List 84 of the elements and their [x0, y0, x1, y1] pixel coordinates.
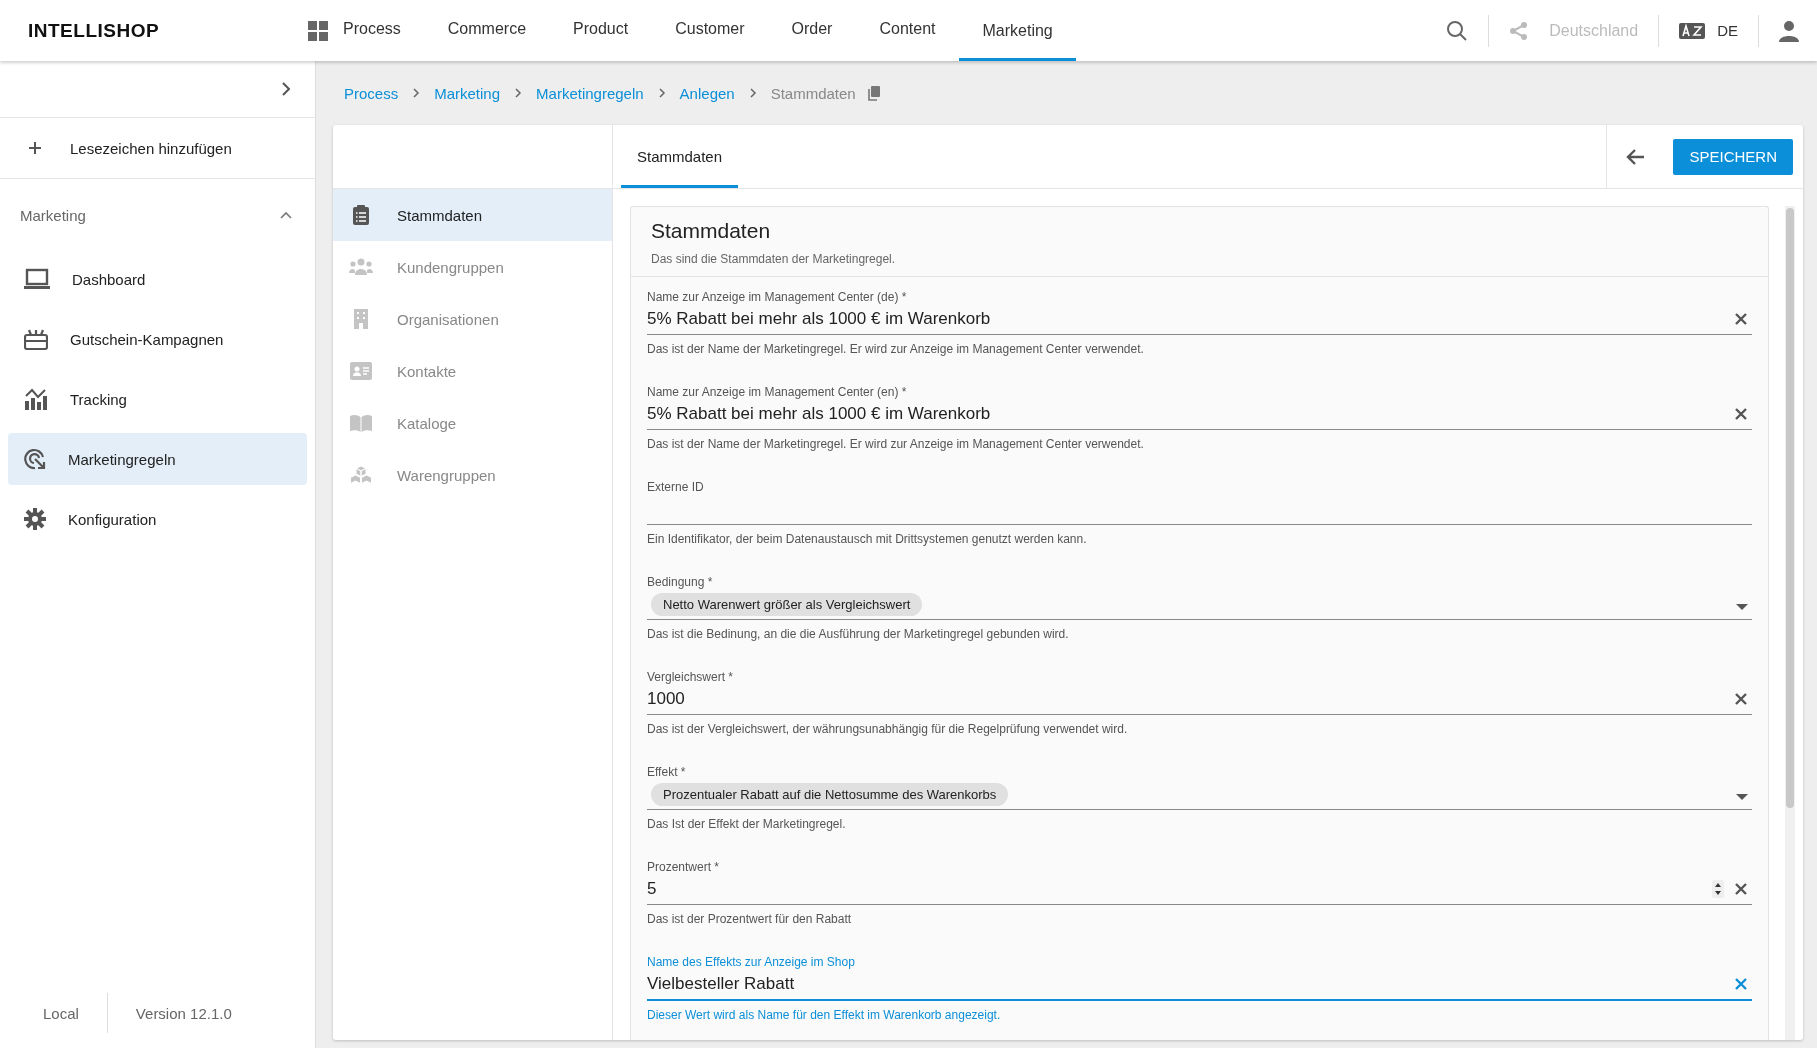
sidebar-item[interactable]: Gutschein-Kampagnen — [8, 313, 307, 365]
nav-tab[interactable]: Product — [573, 0, 653, 61]
user-icon[interactable] — [1779, 19, 1799, 42]
clear-icon[interactable] — [1734, 692, 1748, 706]
clear-icon[interactable] — [1734, 882, 1748, 896]
chevron-right-icon[interactable] — [281, 81, 291, 97]
panel-title: Stammdaten — [651, 219, 772, 243]
add-bookmark-link[interactable]: Lesezeichen hinzufügen — [0, 118, 315, 179]
field-hint: Das ist der Prozentwert für den Rabatt — [647, 912, 853, 926]
breadcrumb-separator — [412, 87, 421, 99]
boxes-icon — [349, 465, 373, 485]
logo[interactable]: INTELLISHOP — [0, 19, 308, 42]
input-field[interactable]: Vielbesteller Rabatt — [647, 969, 1752, 1001]
input-field[interactable]: 5 — [647, 874, 1752, 905]
breadcrumb-separator — [514, 87, 523, 99]
nav-tab[interactable]: Customer — [675, 0, 769, 61]
field-hint: Das ist der Vergleichswert, der währungsunabhängig für die Regelprüfung verwendet wird. — [647, 722, 1129, 736]
select-field[interactable]: Prozentualer Rabatt auf die Nettosumme des Warenkorbs — [647, 779, 1752, 810]
clear-icon[interactable] — [1734, 407, 1748, 421]
nav-tab[interactable]: Commerce — [447, 0, 551, 61]
nav-tab[interactable]: Marketing — [959, 0, 1076, 61]
selected-chip: Netto Warenwert größer als Vergleichswert — [651, 592, 923, 616]
field-label: Prozentwert * — [647, 860, 721, 874]
spinner-icon[interactable] — [1712, 880, 1724, 898]
translate-icon[interactable] — [1679, 22, 1706, 39]
save-button[interactable]: SPEICHERN — [1673, 138, 1793, 175]
field-label: Effekt * — [647, 765, 687, 779]
chevron-icon — [279, 210, 293, 220]
field-label: Vergleichswert * — [647, 670, 735, 684]
section-nav-item[interactable]: Warengruppen — [333, 449, 612, 501]
grid-icon[interactable] — [308, 20, 328, 41]
input-field[interactable]: 5% Rabatt bei mehr als 1000 € im Warenkorb — [647, 399, 1752, 430]
clear-icon[interactable] — [1734, 312, 1748, 326]
people-icon — [349, 258, 373, 276]
field-label: Name zur Anzeige im Management Center (en) * — [647, 385, 908, 399]
chart-icon — [24, 388, 48, 410]
field-hint: Das ist der Name der Marketingregel. Er wird zur Anzeige im Management Center verwendet. — [647, 342, 1145, 356]
field-hint: Das ist der Name der Marketingregel. Er wird zur Anzeige im Management Center verwendet. — [647, 437, 1145, 451]
gear-icon — [24, 508, 46, 530]
tab[interactable]: Stammdaten — [621, 128, 739, 188]
target-icon — [24, 448, 46, 470]
copy-icon[interactable] — [867, 85, 880, 101]
dropdown-caret-icon[interactable] — [1736, 793, 1748, 801]
dropdown-caret-icon[interactable] — [1736, 603, 1748, 611]
clear-icon[interactable] — [1734, 977, 1748, 991]
back-arrow-icon[interactable] — [1625, 147, 1646, 166]
gift-icon — [24, 328, 48, 350]
nav-tab[interactable]: Process — [343, 0, 425, 61]
version-label: Version 12.1.0 — [135, 1004, 232, 1022]
field-label: Name zur Anzeige im Management Center (de) * — [647, 290, 908, 304]
contact-card-icon — [349, 362, 373, 380]
sidebar-item[interactable]: Tracking — [8, 373, 307, 425]
sidebar-item[interactable]: Dashboard — [8, 253, 307, 305]
input-field[interactable]: 1000 — [647, 684, 1752, 715]
input-field[interactable]: 5% Rabatt bei mehr als 1000 € im Warenkorb — [647, 304, 1752, 335]
section-header[interactable]: Marketing — [0, 185, 315, 245]
field-hint: Das Ist der Effekt der Marketingregel. — [647, 817, 847, 831]
panel-subtitle: Das sind die Stammdaten der Marketingregel. — [651, 252, 897, 266]
scrollbar[interactable] — [1785, 206, 1795, 1040]
book-icon — [349, 414, 373, 432]
field-label: Bedingung * — [647, 575, 714, 589]
select-field[interactable]: Netto Warenwert größer als Vergleichswert — [647, 589, 1752, 620]
section-nav-item[interactable]: Organisationen — [333, 293, 612, 345]
field-label: Externe ID — [647, 480, 705, 494]
sidebar-item[interactable]: Konfiguration — [8, 493, 307, 545]
nav-tab[interactable]: Content — [879, 0, 960, 61]
section-nav-item[interactable]: Kataloge — [333, 397, 612, 449]
nav-tab[interactable]: Order — [791, 0, 857, 61]
section-nav-item[interactable]: Stammdaten — [333, 189, 612, 241]
language-selector[interactable]: DE — [1717, 22, 1738, 39]
selected-chip: Prozentualer Rabatt auf die Nettosumme des Warenkorbs — [651, 782, 1009, 806]
plus-icon — [28, 141, 42, 155]
search-icon[interactable] — [1446, 19, 1469, 42]
laptop-icon — [24, 268, 50, 290]
field-label: Name des Effekts zur Anzeige im Shop — [647, 955, 856, 969]
field-hint: Das ist die Bedinung, an die die Ausführung der Marketingregel gebunden wird. — [647, 627, 1070, 641]
sidebar-item[interactable]: Marketingregeln — [8, 433, 307, 485]
breadcrumb-separator — [657, 87, 666, 99]
breadcrumb-separator — [748, 87, 757, 99]
field-hint: Dieser Wert wird als Name für den Effekt im Warenkorb angezeigt. — [647, 1008, 1002, 1022]
environment-label: Local — [43, 1004, 79, 1022]
section-nav-item[interactable]: Kundengruppen — [333, 241, 612, 293]
field-hint: Ein Identifikator, der beim Datenaustausch mit Drittsystemen genutzt werden kann. — [647, 532, 1088, 546]
section-nav-item[interactable]: Kontakte — [333, 345, 612, 397]
